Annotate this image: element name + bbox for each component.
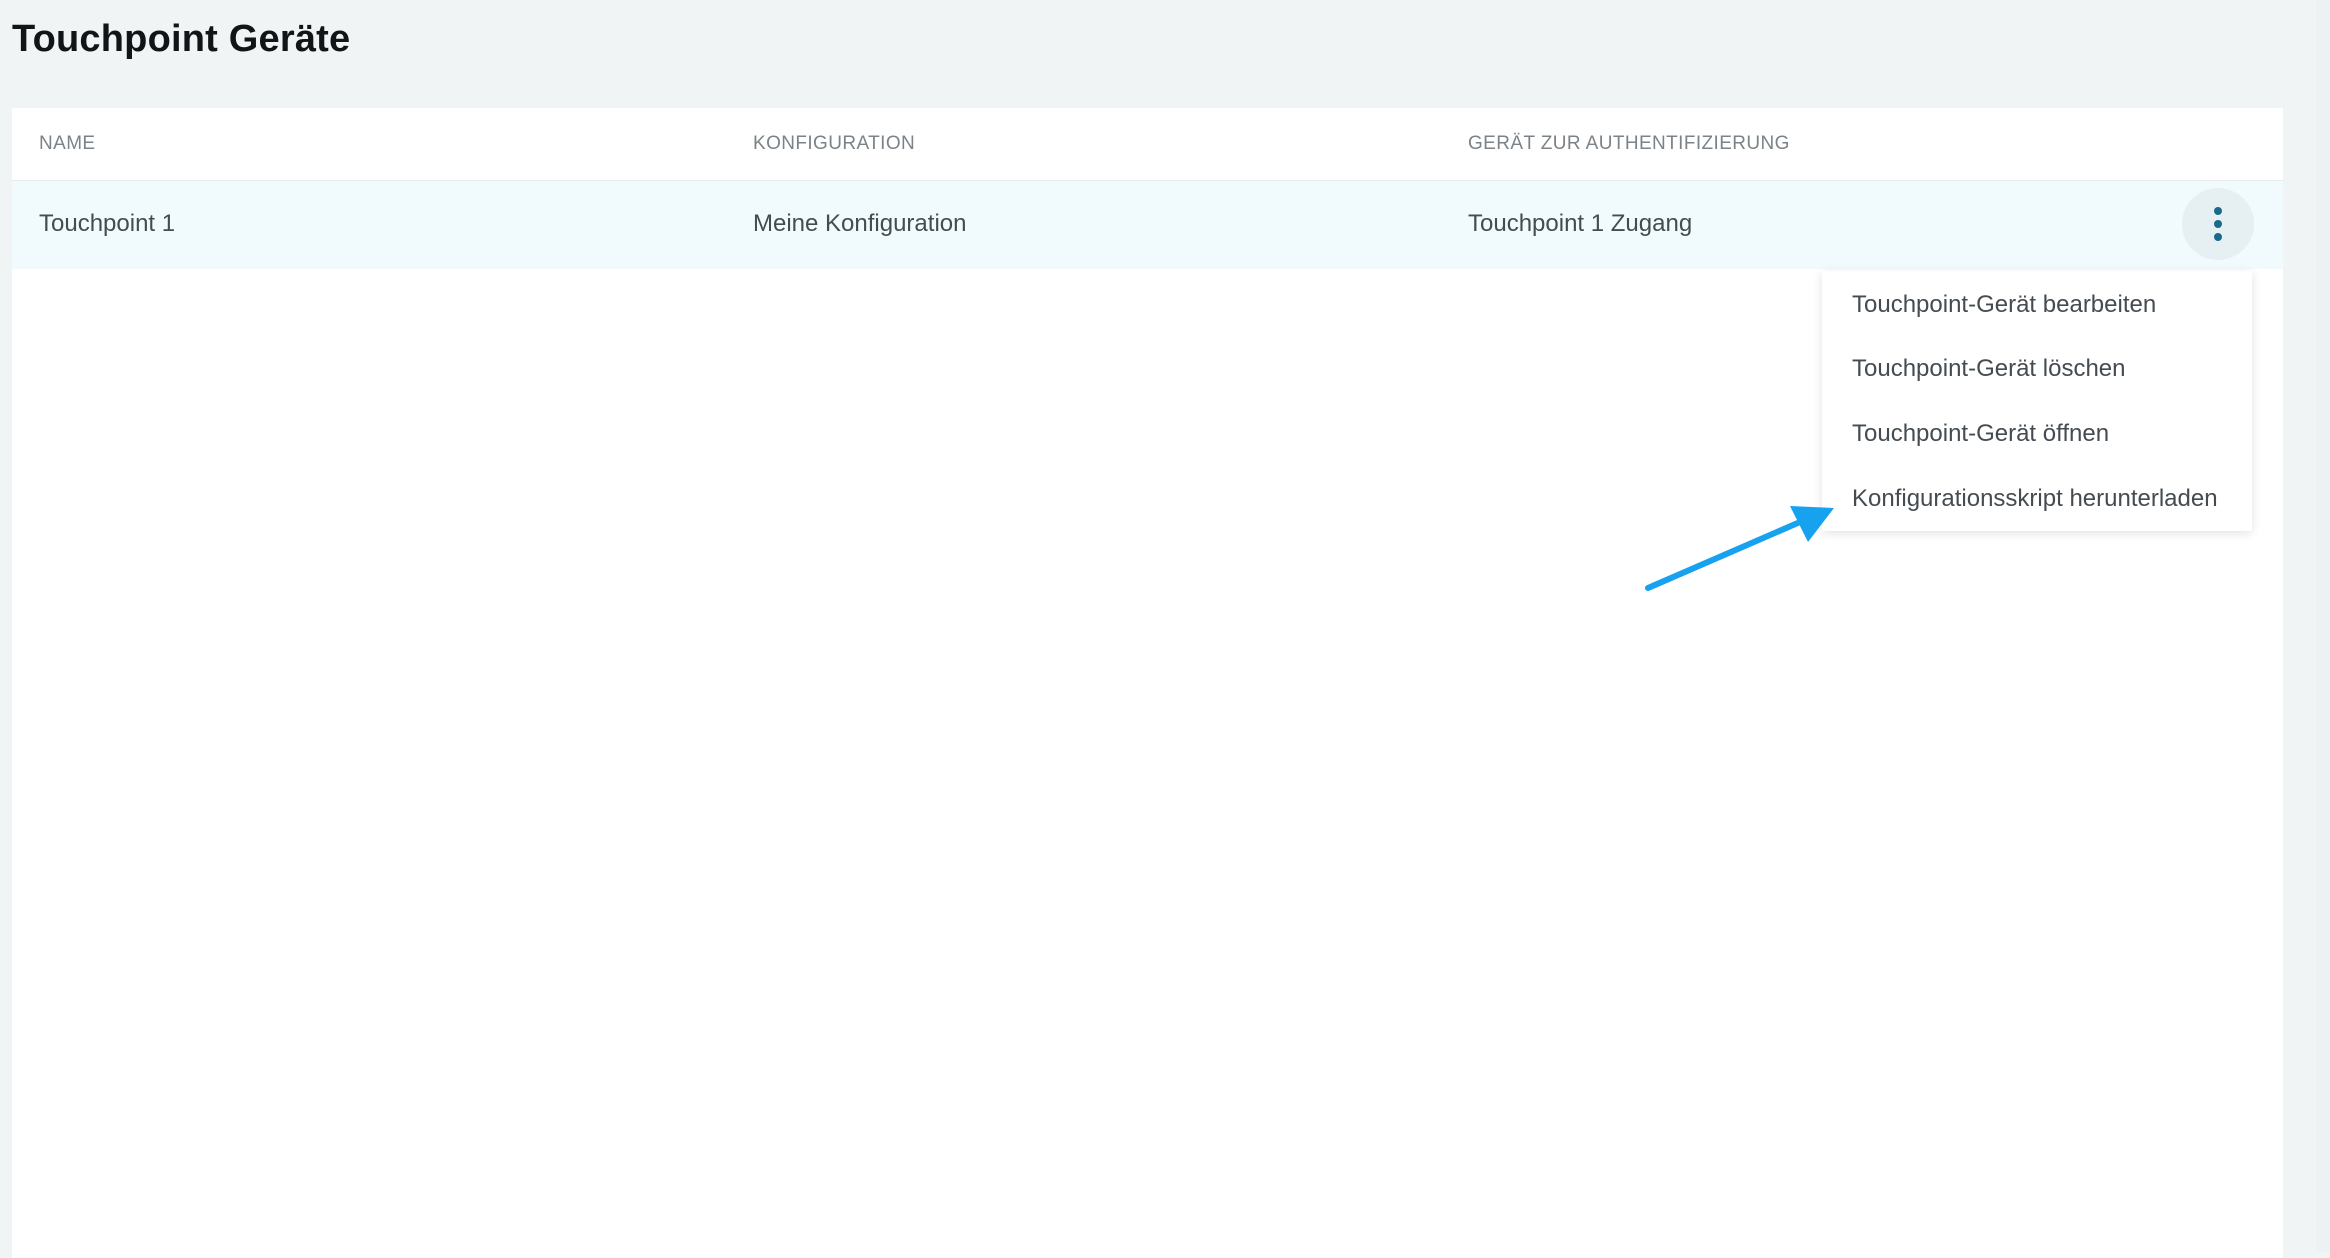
more-vertical-icon-dot xyxy=(2214,233,2222,241)
annotation-arrow-icon xyxy=(1645,506,1834,591)
row-actions-button[interactable] xyxy=(2182,188,2254,260)
column-header-name[interactable]: NAME xyxy=(39,133,96,155)
menu-item-edit-device[interactable]: Touchpoint-Gerät bearbeiten xyxy=(1852,291,2156,319)
scrollbar-track[interactable] xyxy=(2316,0,2330,1252)
page-title: Touchpoint Geräte xyxy=(12,18,351,60)
menu-item-download-config-script[interactable]: Konfigurationsskript herunterladen xyxy=(1852,485,2218,513)
cell-name: Touchpoint 1 xyxy=(39,210,176,237)
table-row[interactable]: Touchpoint 1 Meine Konfiguration Touchpo… xyxy=(12,181,2283,269)
cell-auth-device: Touchpoint 1 Zugang xyxy=(1468,210,1693,237)
table-header: NAME KONFIGURATION GERÄT ZUR AUTHENTIFIZ… xyxy=(12,108,2283,181)
more-vertical-icon xyxy=(2214,207,2222,215)
more-vertical-icon-dot xyxy=(2214,220,2222,228)
column-header-auth-device[interactable]: GERÄT ZUR AUTHENTIFIZIERUNG xyxy=(1468,133,1790,155)
menu-item-open-device[interactable]: Touchpoint-Gerät öffnen xyxy=(1852,420,2109,448)
column-header-configuration[interactable]: KONFIGURATION xyxy=(753,133,915,155)
row-actions-menu: Touchpoint-Gerät bearbeiten Touchpoint-G… xyxy=(1822,271,2252,531)
menu-item-delete-device[interactable]: Touchpoint-Gerät löschen xyxy=(1852,355,2126,383)
cell-configuration: Meine Konfiguration xyxy=(753,210,967,237)
